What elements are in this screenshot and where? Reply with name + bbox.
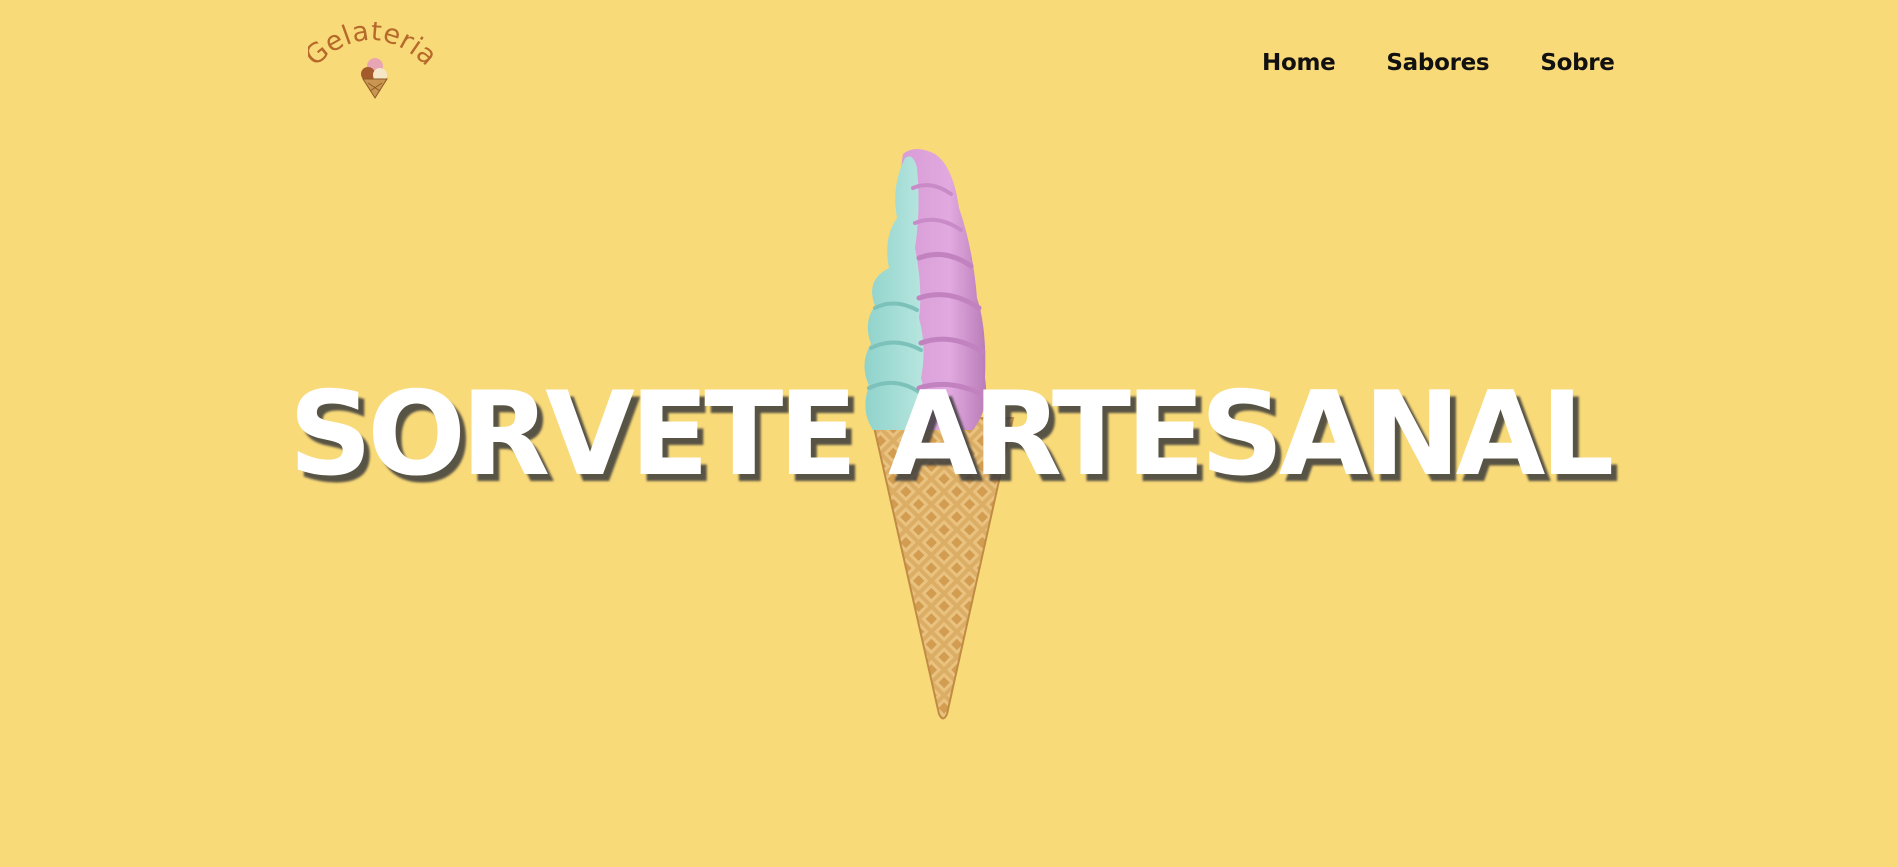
hero-title: SORVETE ARTESANAL (288, 367, 1615, 502)
page: Gelateria Home Sabores Sobre (0, 0, 1898, 867)
gelateria-logo[interactable]: Gelateria (299, 16, 443, 102)
main-nav: Home Sabores Sobre (1262, 50, 1615, 76)
ice-cream-logo-icon: Gelateria (299, 16, 443, 99)
nav-sobre[interactable]: Sobre (1540, 50, 1615, 76)
nav-sabores[interactable]: Sabores (1386, 50, 1489, 76)
site-header: Gelateria Home Sabores Sobre (0, 0, 1898, 130)
nav-home[interactable]: Home (1262, 50, 1336, 76)
